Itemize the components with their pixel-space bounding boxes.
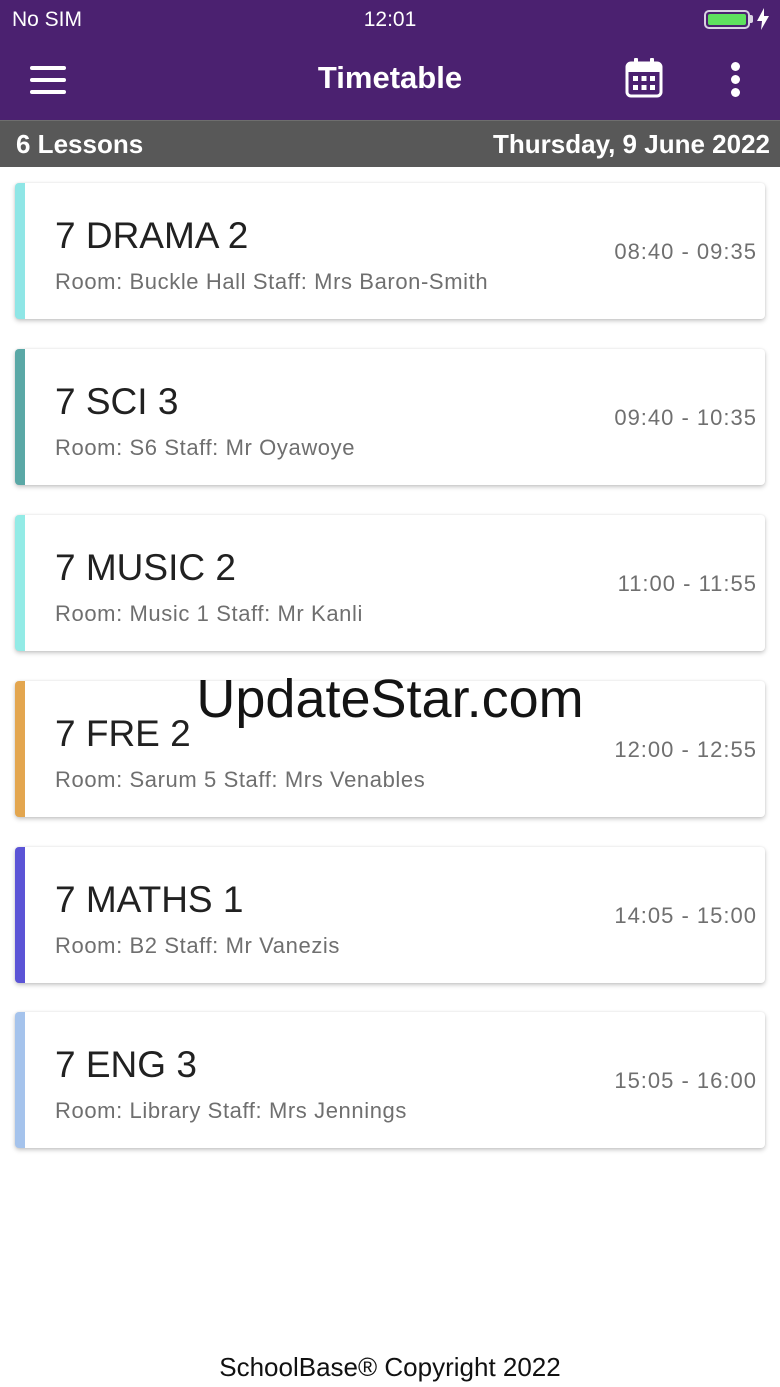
lesson-name: 7 MATHS 1 xyxy=(55,879,244,920)
battery-icon xyxy=(704,10,750,29)
timetable-date: Thursday, 9 June 2022 xyxy=(493,129,770,159)
lesson-card[interactable]: 7 ENG 3 Room: Library Staff: Mrs Jenning… xyxy=(15,1012,765,1148)
lesson-card[interactable]: 7 FRE 2 Room: Sarum 5 Staff: Mrs Venable… xyxy=(15,681,765,817)
app-bar: Timetable xyxy=(0,40,780,120)
lesson-details: Room: B2 Staff: Mr Vanezis xyxy=(55,933,341,958)
lesson-name: 7 DRAMA 2 xyxy=(55,215,249,256)
lesson-time: 11:00 - 11:55 xyxy=(617,571,757,596)
calendar-icon[interactable] xyxy=(625,58,663,98)
lesson-time: 08:40 - 09:35 xyxy=(614,239,757,264)
more-vertical-icon[interactable] xyxy=(728,62,742,98)
lesson-name: 7 SCI 3 xyxy=(55,381,179,422)
lesson-card[interactable]: 7 DRAMA 2 Room: Buckle Hall Staff: Mrs B… xyxy=(15,183,765,319)
lesson-details: Room: Sarum 5 Staff: Mrs Venables xyxy=(55,767,426,792)
lesson-time: 15:05 - 16:00 xyxy=(614,1068,757,1093)
lesson-card[interactable]: 7 MATHS 1 Room: B2 Staff: Mr Vanezis 14:… xyxy=(15,847,765,983)
lesson-count: 6 Lessons xyxy=(16,129,144,159)
lesson-details: Room: S6 Staff: Mr Oyawoye xyxy=(55,435,356,460)
charging-bolt-icon xyxy=(757,8,769,30)
lesson-time: 09:40 - 10:35 xyxy=(614,405,757,430)
lesson-card[interactable]: 7 MUSIC 2 Room: Music 1 Staff: Mr Kanli … xyxy=(15,515,765,651)
lesson-card[interactable]: 7 SCI 3 Room: S6 Staff: Mr Oyawoye 09:40… xyxy=(15,349,765,485)
lesson-name: 7 MUSIC 2 xyxy=(55,547,236,588)
copyright-footer: SchoolBase® Copyright 2022 xyxy=(219,1352,561,1382)
lesson-details: Room: Music 1 Staff: Mr Kanli xyxy=(55,601,363,626)
lesson-time: 12:00 - 12:55 xyxy=(614,737,757,762)
lesson-name: 7 FRE 2 xyxy=(55,713,191,754)
lesson-time: 14:05 - 15:00 xyxy=(614,903,757,928)
lesson-details: Room: Buckle Hall Staff: Mrs Baron-Smith xyxy=(55,269,489,294)
battery-tip xyxy=(750,15,753,23)
status-bar: No SIM 12:01 xyxy=(0,0,780,40)
lesson-details: Room: Library Staff: Mrs Jennings xyxy=(55,1098,407,1123)
page-title: Timetable xyxy=(317,60,463,95)
summary-bar: 6 Lessons Thursday, 9 June 2022 xyxy=(0,120,780,167)
clock: 12:01 xyxy=(363,8,417,31)
lesson-name: 7 ENG 3 xyxy=(55,1044,197,1085)
